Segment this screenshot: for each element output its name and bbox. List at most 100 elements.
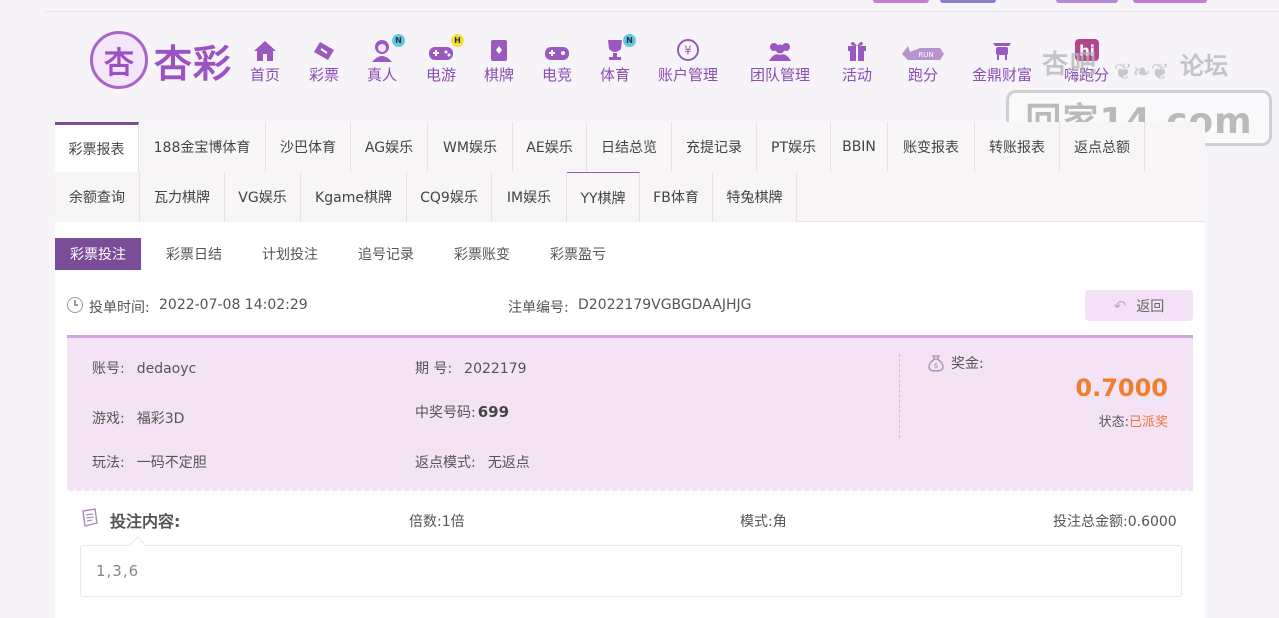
win-number-label: 中奖号码: (415, 405, 476, 421)
svg-text:RUN: RUN (918, 51, 933, 59)
game-label: 游戏: (92, 411, 125, 427)
nav-label: 团队管理 (750, 66, 811, 84)
clock-icon (67, 297, 83, 313)
nav-label: 真人 (367, 66, 398, 84)
tab-wali-chess[interactable]: 瓦力棋牌 (140, 172, 225, 222)
subtab-lottery-daily[interactable]: 彩票日结 (151, 238, 237, 270)
status-badge: 已派奖 (1128, 415, 1168, 430)
hot-badge: H (451, 34, 464, 47)
tab-ae[interactable]: AE娱乐 (513, 122, 587, 172)
bet-numbers: 1,3,6 (96, 562, 140, 580)
nav-sports[interactable]: N 体育 (600, 34, 636, 85)
subtab-chase-records[interactable]: 追号记录 (343, 238, 429, 270)
tab-daily-overview[interactable]: 日结总览 (587, 122, 672, 172)
nav-label: 首页 (250, 66, 281, 84)
tab-deposit-withdraw[interactable]: 充提记录 (672, 122, 757, 172)
tab-yy-chess[interactable]: YY棋牌 (567, 172, 640, 222)
cards-icon (488, 36, 510, 62)
rebate-value: 无返点 (487, 455, 530, 471)
nav-account[interactable]: ¥ 账户管理 (658, 36, 718, 85)
subtab-lottery-pnl[interactable]: 彩票盈亏 (535, 238, 621, 270)
tab-188bet[interactable]: 188金宝博体育 (139, 122, 266, 172)
order-info-row: 投单时间: 2022-07-08 14:02:29 注单编号: D2022179… (55, 290, 1205, 322)
game-field: 游戏: 福彩3D (92, 408, 184, 428)
tab-balance-query[interactable]: 余额查询 (55, 172, 140, 222)
report-tabs: 彩票报表 188金宝博体育 沙巴体育 AG娱乐 WM娱乐 AE娱乐 日结总览 充… (55, 122, 1205, 222)
tab-im[interactable]: IM娱乐 (492, 172, 567, 222)
bet-content-box: 1,3,6 (80, 545, 1182, 597)
svg-text:hi: hi (1079, 42, 1095, 60)
rhino-icon: RUN (900, 36, 946, 62)
nav-paofen[interactable]: RUN 跑分 (900, 36, 946, 85)
gift-icon (846, 36, 868, 62)
tab-cq9[interactable]: CQ9娱乐 (407, 172, 492, 222)
nav-wealth[interactable]: 金鼎财富 (972, 36, 1032, 85)
nav-label: 活动 (842, 66, 873, 84)
order-time: 2022-07-08 14:02:29 (159, 297, 308, 313)
bet-content-header: 投注内容: 倍数:1倍 模式:角 投注总金额:0.6000 (55, 505, 1205, 535)
account-label: 账号: (92, 361, 125, 377)
tab-rebate-total[interactable]: 返点总额 (1060, 122, 1145, 172)
nav-label: 嗨跑分 (1064, 66, 1110, 84)
wealth-icon (990, 36, 1014, 62)
status-label: 状态: (1098, 415, 1129, 430)
tab-fb-sports[interactable]: FB体育 (640, 172, 713, 222)
nav-label: 金鼎财富 (972, 66, 1033, 84)
nav-esports[interactable]: 电竞 (542, 36, 572, 85)
account-field: 账号: dedaoyc (92, 358, 196, 378)
subtab-lottery-bets[interactable]: 彩票投注 (55, 238, 141, 270)
nav-label: 跑分 (907, 66, 938, 84)
nav-live[interactable]: N 真人 (367, 34, 405, 85)
tab-wm[interactable]: WM娱乐 (428, 122, 513, 172)
tab-bbin[interactable]: BBIN (831, 122, 888, 172)
tab-vg[interactable]: VG娱乐 (225, 172, 301, 222)
play-field: 玩法: 一码不定胆 (92, 452, 207, 472)
nav-team[interactable]: 团队管理 (750, 36, 810, 85)
tab-ag[interactable]: AG娱乐 (351, 122, 428, 172)
bet-slip-icon (82, 508, 98, 527)
nav-label: 电游 (426, 66, 457, 84)
top-pill-1 (873, 0, 929, 3)
lottery-icon (312, 36, 336, 62)
nav-home[interactable]: 首页 (250, 36, 280, 85)
back-button[interactable]: ↶ 返回 (1085, 290, 1193, 321)
new-badge: N (623, 34, 636, 47)
prize-label: 奖金: (951, 356, 984, 372)
tab-tetu-chess[interactable]: 特兔棋牌 (713, 172, 797, 222)
subtab-lottery-balance[interactable]: 彩票账变 (439, 238, 525, 270)
tab-balance-change[interactable]: 账变报表 (888, 122, 975, 172)
back-arrow-icon: ↶ (1113, 296, 1127, 315)
top-pill-3 (1056, 0, 1118, 3)
home-icon (253, 36, 277, 62)
nav-lottery[interactable]: 彩票 (309, 36, 339, 85)
detail-divider (899, 354, 900, 438)
nav-activity[interactable]: 活动 (842, 36, 872, 85)
nav-label: 体育 (600, 66, 631, 84)
prize-amount: 0.7000 (1075, 374, 1168, 402)
nav-label: 棋牌 (484, 66, 515, 84)
bet-detail-card: 账号: dedaoyc 游戏: 福彩3D 玩法: 一码不定胆 期 号: 2022179 … (67, 335, 1193, 493)
nav-hi-paofen[interactable]: hi 嗨跑分 (1064, 36, 1109, 85)
game-value: 福彩3D (136, 411, 185, 427)
site-logo[interactable]: 杏 杏彩 (90, 30, 242, 90)
tab-saba-sports[interactable]: 沙巴体育 (266, 122, 351, 172)
order-time-label: 投单时间: (89, 300, 150, 316)
new-badge: N (392, 34, 405, 47)
tab-pt[interactable]: PT娱乐 (757, 122, 831, 172)
tab-kgame-chess[interactable]: Kgame棋牌 (301, 172, 407, 222)
issue-field: 期 号: 2022179 (415, 358, 527, 378)
nav-label: 电竞 (542, 66, 573, 84)
account-value: dedaoyc (136, 361, 197, 377)
money-bag-icon: $ (928, 355, 944, 372)
top-pill-2 (940, 0, 996, 3)
subtab-plan-bets[interactable]: 计划投注 (247, 238, 333, 270)
nav-egame[interactable]: H 电游 (426, 34, 464, 85)
tab-transfer-report[interactable]: 转账报表 (975, 122, 1060, 172)
bet-content-title: 投注内容: (110, 512, 181, 531)
tab-lottery-report[interactable]: 彩票报表 (55, 122, 139, 172)
play-value: 一码不定胆 (136, 455, 207, 471)
win-number-value: 699 (477, 403, 510, 421)
nav-chess[interactable]: 棋牌 (484, 36, 514, 85)
gamepad-icon: H (428, 34, 464, 62)
bet-total-amount: 投注总金额:0.6000 (1053, 514, 1177, 530)
